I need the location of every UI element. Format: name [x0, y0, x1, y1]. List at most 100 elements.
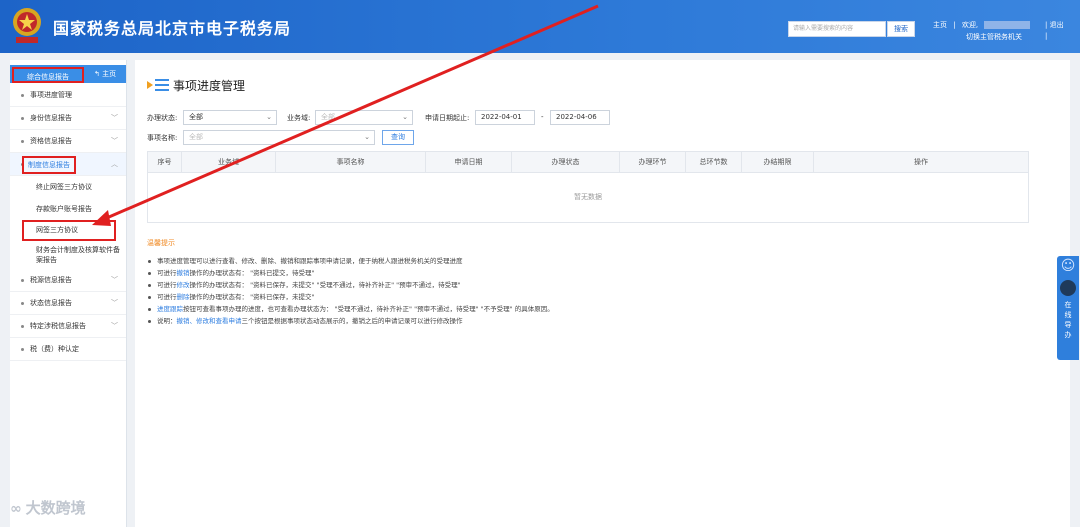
bullet-icon — [148, 320, 151, 323]
date-separator: - — [541, 113, 544, 121]
col-header: 事项名称 — [276, 152, 426, 172]
list-menu-icon — [147, 79, 169, 91]
sidebar-item-special[interactable]: 特定涉税信息报告 ﹀ — [10, 315, 126, 338]
top-header: 国家税务总局北京市电子税务局 请输入需要搜索的内容 搜索 主页 | 欢迎, 切换… — [0, 0, 1080, 53]
sub-item-accounting-software[interactable]: 财务会计制度及核算软件备案报告 — [10, 241, 126, 269]
sidebar-item-qualification[interactable]: 资格信息报告 ﹀ — [10, 130, 126, 153]
table-header: 序号 业务域 事项名称 申请日期 办理状态 办理环节 总环节数 办结期限 操作 — [148, 152, 1028, 173]
col-header: 申请日期 — [426, 152, 512, 172]
welcome-text: 欢迎, — [961, 21, 979, 29]
chevron-down-icon: ﹀ — [111, 276, 118, 284]
col-header: 办理状态 — [512, 152, 620, 172]
bullet-icon — [148, 284, 151, 287]
separator: | — [1045, 32, 1048, 40]
sidebar-home-link[interactable]: ↰ 主页 — [94, 65, 116, 83]
sidebar-item-label: 税（费）种认定 — [30, 345, 79, 353]
chevron-down-icon: ⌄ — [402, 113, 408, 121]
bullet-icon — [21, 140, 24, 143]
col-header: 操作 — [914, 158, 928, 166]
top-links: 主页 | 欢迎, — [933, 20, 1034, 30]
bullet-icon — [148, 296, 151, 299]
sidebar-title-button[interactable]: 综合信息报告 — [12, 67, 84, 83]
tip-item: 说明：撤销、修改和查看申请三个按钮是根据事项状态动态展示的，撤销之后的申请记录可… — [147, 315, 1027, 327]
sub-item-terminate-agreement[interactable]: 终止网签三方协议 — [10, 176, 126, 198]
bullet-icon — [21, 117, 24, 120]
chevron-down-icon: ⌄ — [266, 113, 272, 121]
chevron-down-icon: ﹀ — [111, 322, 118, 330]
status-select[interactable]: 全部 ⌄ — [183, 110, 277, 125]
main-content: 事项进度管理 办理状态: 全部 ⌄ 业务域: 全部 ⌄ 申请日期起止: 2022-0… — [135, 60, 1070, 527]
results-table: 序号 业务域 事项名称 申请日期 办理状态 办理环节 总环节数 办结期限 操作 … — [147, 151, 1029, 223]
online-guide-label[interactable]: 在线导办 — [1063, 300, 1073, 340]
bullet-icon — [21, 279, 24, 282]
status-select-value: 全部 — [189, 113, 203, 121]
col-header: 业务域 — [182, 152, 276, 172]
switch-org-link[interactable]: 切换主管税务机关 — [966, 32, 1022, 42]
page-title: 事项进度管理 — [173, 79, 246, 93]
chevron-down-icon: ﹀ — [111, 137, 118, 145]
query-button[interactable]: 查询 — [382, 130, 414, 145]
tax-emblem-icon — [13, 8, 41, 43]
tip-item: 事项进度管理可以进行查看、修改、删除、撤销和跟踪事项申请记录，便于纳税人跟进税务… — [147, 255, 1027, 267]
bullet-icon — [148, 308, 151, 311]
tip-item: 可进行修改操作的办理状态有： "资料已保存，未提交" "受理不通过，待补齐补正"… — [147, 279, 1027, 291]
user-service-icon[interactable]: ☺ — [1059, 258, 1077, 276]
logout-link[interactable]: | 退出 — [1045, 20, 1064, 30]
avatar — [1060, 280, 1076, 296]
col-header: 序号 — [148, 152, 182, 172]
chevron-down-icon: ﹀ — [111, 114, 118, 122]
tip-item: 进度跟踪按钮可查看事项办理的进度，也可查看办理状态为： "受理不通过，待补齐补正… — [147, 303, 1027, 315]
sidebar-item-system[interactable]: 制度信息报告 ︿ — [10, 153, 126, 176]
sidebar-item-label: 状态信息报告 — [30, 299, 72, 307]
empty-table-text: 暂无数据 — [574, 193, 602, 201]
bullet-icon — [21, 325, 24, 328]
sidebar-item-status[interactable]: 状态信息报告 ﹀ — [10, 292, 126, 315]
col-header: 总环节数 — [686, 152, 742, 172]
tip-item: 可进行删除操作的办理状态有： "资料已保存，未提交" — [147, 291, 1027, 303]
bullet-icon — [148, 260, 151, 263]
biz-domain-label: 业务域: — [287, 114, 311, 122]
sidebar-item-progress[interactable]: 事项进度管理 — [10, 84, 126, 107]
col-header: 办理环节 — [620, 152, 686, 172]
sidebar-item-label: 制度信息报告 — [22, 156, 76, 174]
status-filter-label: 办理状态: — [147, 114, 178, 122]
tips-title: 温馨提示 — [147, 239, 175, 247]
biz-domain-value: 全部 — [321, 113, 335, 121]
sidebar-item-tax-source[interactable]: 税源信息报告 ﹀ — [10, 269, 126, 292]
sidebar-item-label: 事项进度管理 — [30, 91, 72, 99]
masked-username — [984, 21, 1031, 29]
watermark-logo-icon: ∞ — [10, 501, 22, 517]
bullet-icon — [21, 94, 24, 97]
tip-item: 可进行撤销操作的办理状态有： "资料已提交，待受理" — [147, 267, 1027, 279]
bullet-icon — [148, 272, 151, 275]
separator: | — [953, 21, 956, 29]
sidebar-header: 综合信息报告 ↰ 主页 — [10, 65, 126, 83]
biz-domain-select[interactable]: 全部 ⌄ — [315, 110, 413, 125]
date-from-input[interactable]: 2022-04-01 — [475, 110, 535, 125]
sidebar-item-tax-type[interactable]: 税（费）种认定 — [10, 338, 126, 361]
sidebar-item-label: 税源信息报告 — [30, 276, 72, 284]
chevron-down-icon: ﹀ — [111, 299, 118, 307]
item-name-label: 事项名称: — [147, 134, 178, 142]
item-name-select[interactable]: 全部 ⌄ — [183, 130, 375, 145]
sidebar-item-identity[interactable]: 身份信息报告 ﹀ — [10, 107, 126, 130]
home-link[interactable]: 主页 — [933, 21, 947, 29]
sidebar: 综合信息报告 ↰ 主页 事项进度管理 身份信息报告 ﹀ 资格信息报告 ﹀ 制度信… — [10, 60, 127, 527]
sub-item-bank-account[interactable]: 存款账户账号报告 — [10, 198, 126, 220]
watermark: ∞ 大数跨境 — [10, 499, 86, 517]
bullet-icon — [21, 348, 24, 351]
sidebar-item-label: 特定涉税信息报告 — [30, 322, 86, 330]
date-to-input[interactable]: 2022-04-06 — [550, 110, 610, 125]
chevron-down-icon: ⌄ — [364, 133, 370, 141]
chevron-up-icon: ︿ — [111, 160, 118, 168]
item-name-value: 全部 — [189, 133, 203, 141]
sub-item-online-agreement[interactable]: 网签三方协议 — [22, 220, 116, 241]
tips-list: 事项进度管理可以进行查看、修改、删除、撤销和跟踪事项申请记录，便于纳税人跟进税务… — [147, 255, 1027, 327]
sidebar-menu: 事项进度管理 身份信息报告 ﹀ 资格信息报告 ﹀ 制度信息报告 ︿ 终止网签三方… — [10, 84, 126, 361]
col-header: 办结期限 — [742, 152, 814, 172]
sidebar-item-label: 资格信息报告 — [30, 137, 72, 145]
search-input[interactable]: 请输入需要搜索的内容 — [788, 21, 886, 37]
search-button[interactable]: 搜索 — [887, 21, 915, 37]
date-range-label: 申请日期起止: — [425, 114, 470, 122]
bullet-icon — [21, 302, 24, 305]
